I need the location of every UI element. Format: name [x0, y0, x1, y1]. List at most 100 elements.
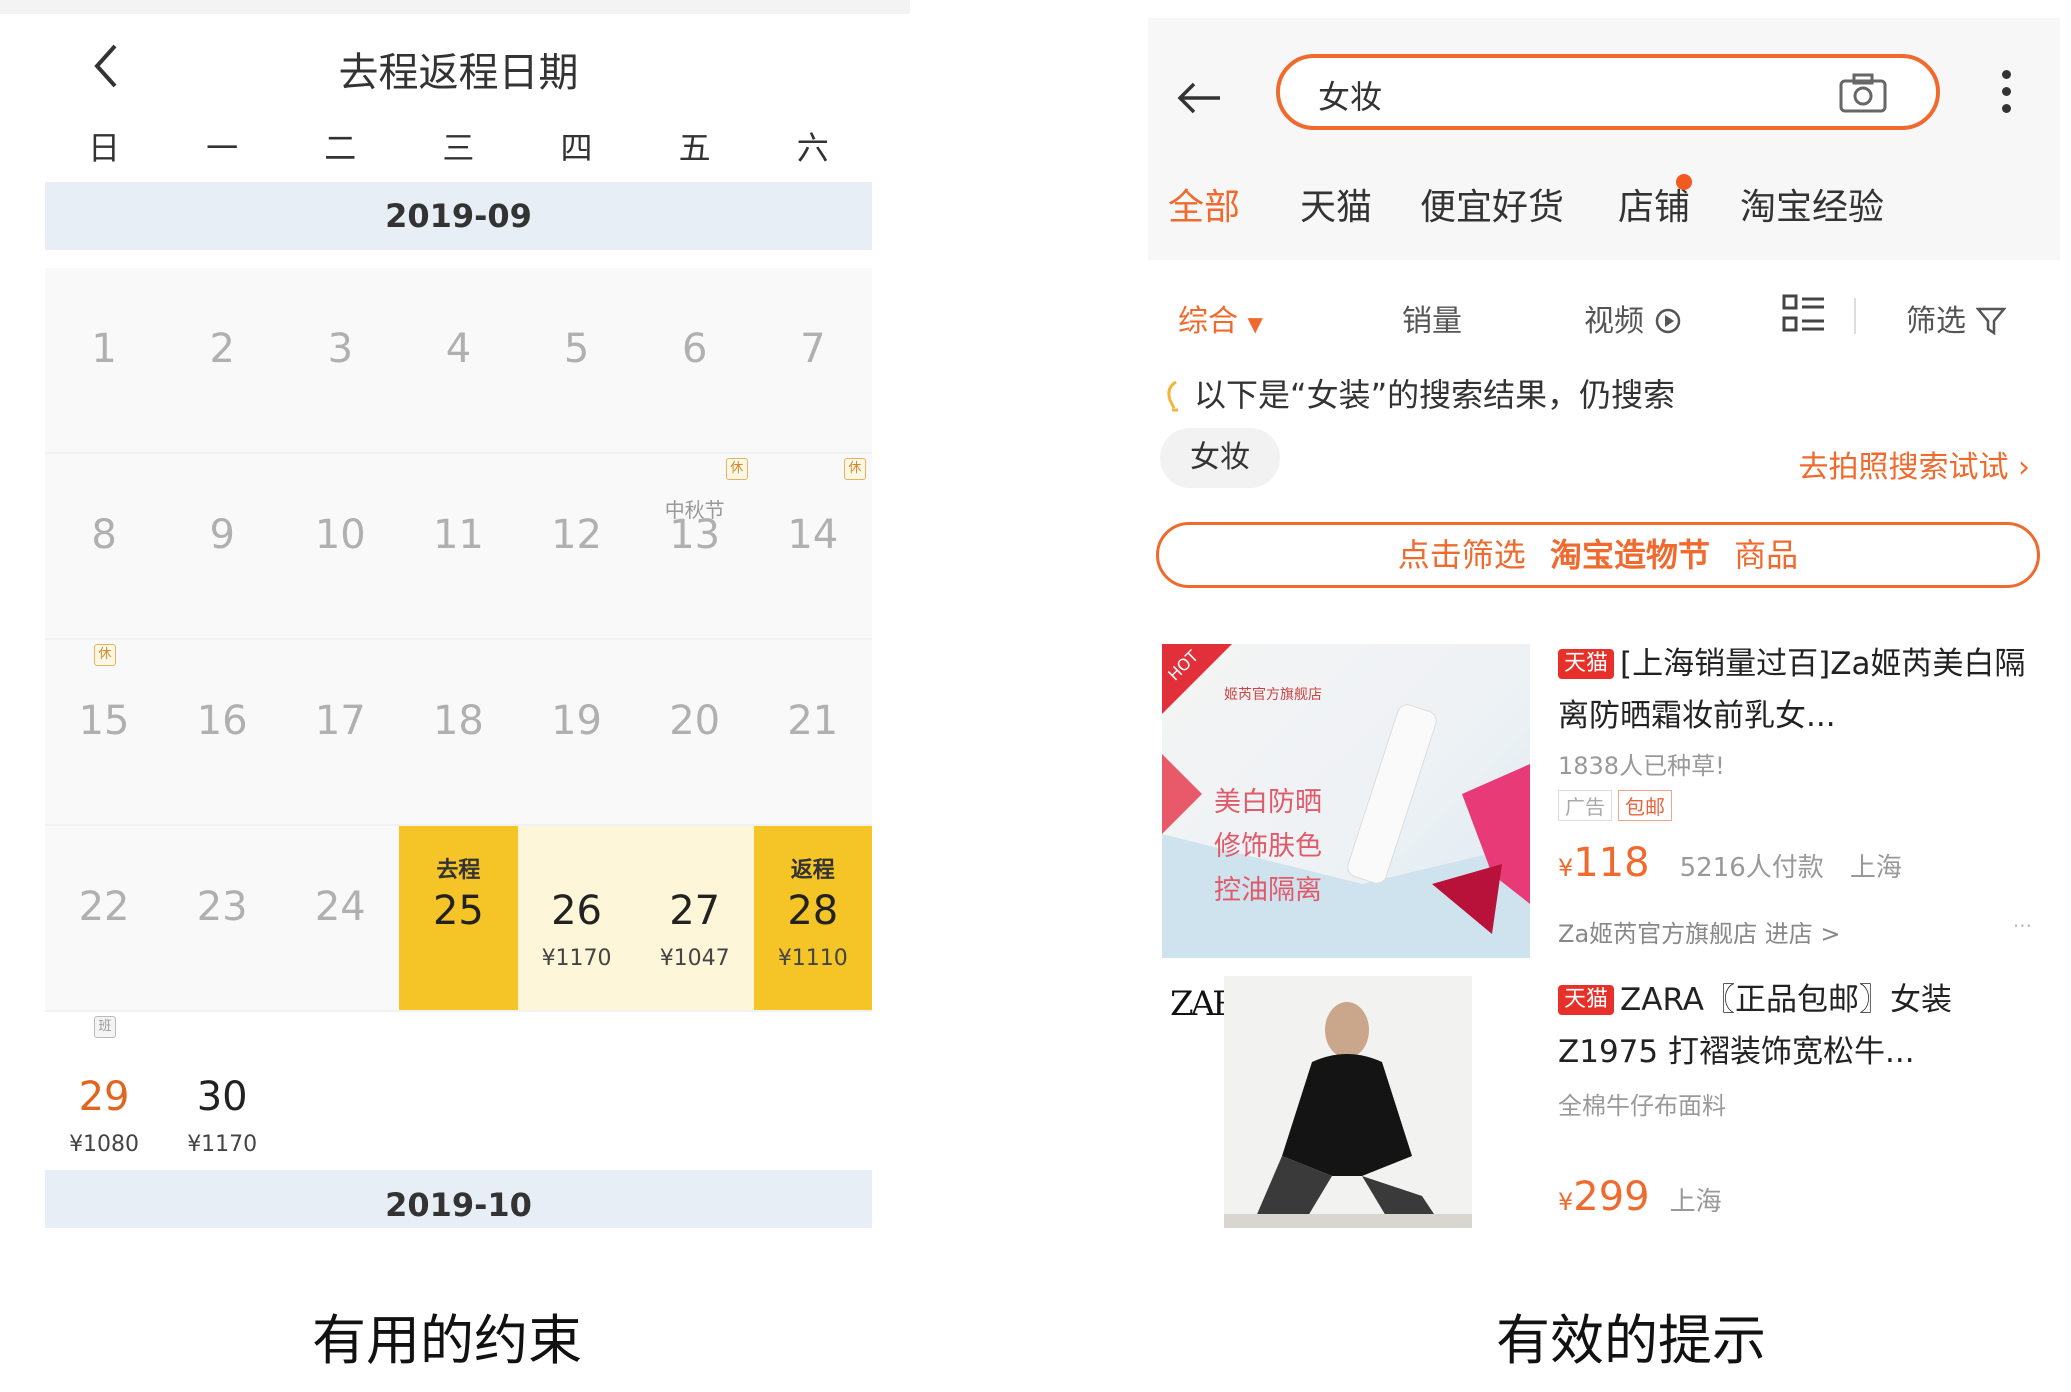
weekday-label: 二 [324, 129, 357, 167]
day-number: 15 [78, 698, 130, 744]
day-number: 22 [78, 884, 130, 930]
holiday-rest-badge: 休 [94, 644, 116, 666]
tab-cheap-goods[interactable]: 便宜好货 [1420, 178, 1564, 230]
sold-count: 5216人付款 [1679, 853, 1824, 883]
sort-overall[interactable]: 综合 ▼ [1178, 296, 1263, 340]
day-cell: 18 [399, 640, 517, 824]
day-number: 19 [551, 698, 603, 744]
more-vertical-icon[interactable] [2002, 70, 2014, 118]
day-cell: 休 15 [45, 640, 163, 824]
calendar-grid: 1 2 3 4 5 6 7 8 9 10 11 12 休 中秋节 13 休 14 [45, 268, 872, 1196]
day-number: 11 [432, 512, 484, 558]
product-card[interactable]: ZARA 天猫 ZARA〖正品包邮〗女装 Z1975 打褶装饰宽松牛... 全棉牛… [1148, 968, 2060, 1228]
divider [1854, 298, 1856, 334]
banner-suffix: 商品 [1734, 536, 1799, 574]
ship-location: 上海 [1849, 853, 1902, 883]
calendar-week: 22 23 24 去程 25 26 ¥1170 27 ¥1047 返程 28 ¥… [45, 826, 872, 1012]
tab-experience[interactable]: 淘宝经验 [1740, 178, 1884, 230]
tmall-badge: 天猫 [1558, 649, 1615, 679]
list-view-icon[interactable] [1782, 294, 1826, 334]
banner-prefix: 点击筛选 [1397, 536, 1526, 574]
day-number: 9 [209, 512, 235, 558]
sort-bar: 综合 ▼ 销量 视频 筛选 [1148, 260, 2060, 360]
day-cell: 23 [163, 826, 281, 1010]
day-cell: 2 [163, 268, 281, 452]
day-number: 23 [196, 884, 248, 930]
price-row: ¥299 上海 [1558, 1174, 1722, 1220]
search-input[interactable]: 女妆 [1318, 72, 1382, 118]
tab-tmall[interactable]: 天猫 [1300, 178, 1372, 230]
day-cell: 20 [636, 640, 754, 824]
day-cell-return[interactable]: 返程 28 ¥1110 [753, 826, 872, 1010]
departure-label: 去程 [436, 858, 481, 883]
original-query-chip[interactable]: 女妆 [1160, 428, 1280, 488]
month-header: 2019-09 [45, 182, 872, 250]
free-shipping-badge: 包邮 [1618, 790, 1672, 821]
product-card[interactable]: HOT 姬芮官方旗舰店 美白防晒 修饰肤色 控油隔离 天猫 [上海销量过百]Za姬… [1148, 628, 2060, 958]
holiday-rest-badge: 休 [725, 458, 748, 480]
filter-event-banner[interactable]: 点击筛选 淘宝造物节 商品 [1156, 522, 2040, 588]
day-number: 26 [551, 888, 603, 934]
product-title[interactable]: 天猫 [上海销量过百]Za姬芮美白隔离防晒霜妆前乳女... [1558, 638, 2028, 742]
currency-symbol: ¥ [1558, 854, 1574, 882]
day-number: 13 [669, 512, 721, 558]
day-number: 21 [787, 698, 839, 744]
calendar-week: 休 15 16 17 18 19 20 21 [45, 640, 872, 826]
calendar-panel: 去程返程日期 日 一 二 三 四 五 六 2019-09 1 2 3 4 5 6… [0, 0, 910, 1228]
ad-badge: 广告 [1558, 790, 1612, 821]
camera-icon[interactable] [1838, 72, 1888, 114]
product-image[interactable]: HOT 姬芮官方旗舰店 美白防晒 修饰肤色 控油隔离 [1162, 644, 1530, 958]
product-title[interactable]: 天猫 ZARA〖正品包邮〗女装 Z1975 打褶装饰宽松牛... [1558, 974, 2028, 1078]
search-box[interactable]: 女妆 [1276, 54, 1940, 130]
day-number: 12 [551, 512, 603, 558]
day-number: 8 [91, 512, 117, 558]
day-number: 28 [787, 888, 839, 934]
caption-left: 有用的约束 [312, 1309, 582, 1372]
day-cell-in-range[interactable]: 27 ¥1047 [635, 826, 754, 1010]
product-badges: 广告 包邮 [1558, 790, 1678, 821]
day-number: 27 [669, 888, 721, 934]
sort-sales[interactable]: 销量 [1402, 296, 1462, 340]
tab-all[interactable]: 全部 [1168, 178, 1240, 230]
day-cell-departure[interactable]: 去程 25 [399, 826, 518, 1010]
day-price: ¥1080 [69, 1132, 140, 1157]
day-number: 6 [681, 326, 708, 372]
day-number: 16 [196, 698, 248, 744]
weekday-label: 日 [88, 129, 121, 167]
day-number: 10 [314, 512, 366, 558]
lightbulb-icon [1167, 380, 1178, 412]
search-tabs: 全部 天猫 便宜好货 店铺 淘宝经验 [1168, 178, 2060, 228]
day-cell: 1 [45, 268, 163, 452]
image-caption: 美白防晒 [1214, 787, 1322, 818]
day-cell[interactable]: 30 ¥1170 [163, 1012, 281, 1196]
sort-video-label: 视频 [1584, 304, 1644, 339]
month-header: 2019-10 [45, 1170, 872, 1228]
day-number: 3 [327, 326, 354, 372]
day-number: 7 [800, 326, 826, 372]
price-row: ¥118 5216人付款 上海 [1558, 840, 1902, 886]
weekday-label: 三 [442, 129, 475, 167]
calendar-week: 班 29 ¥1080 30 ¥1170 [45, 1012, 872, 1196]
day-cell-in-range[interactable]: 26 ¥1170 [517, 826, 636, 1010]
filter-button[interactable]: 筛选 [1906, 296, 2007, 340]
sort-overall-label: 综合 [1178, 304, 1238, 339]
product-image[interactable]: ZARA [1162, 976, 1472, 1228]
sort-video[interactable]: 视频 [1584, 296, 1682, 340]
store-link[interactable]: Za姬芮官方旗舰店 进店 > [1558, 914, 1841, 949]
day-cell: 12 [518, 454, 636, 638]
day-cell[interactable]: 班 29 ¥1080 [45, 1012, 163, 1196]
day-number: 4 [445, 326, 472, 372]
day-cell: 3 [281, 268, 399, 452]
workday-badge: 班 [94, 1016, 116, 1038]
back-arrow-icon[interactable] [1176, 80, 1224, 116]
day-number: 25 [432, 888, 484, 934]
photo-search-link[interactable]: 去拍照搜索试试 › [1798, 442, 2030, 486]
model-photo [1224, 976, 1472, 1228]
filter-label: 筛选 [1906, 304, 1966, 339]
more-horizontal-icon[interactable]: ··· [2013, 914, 2032, 938]
funnel-icon [1974, 307, 2007, 336]
image-caption: 控油隔离 [1214, 875, 1322, 906]
day-cell: 21 [754, 640, 872, 824]
day-cell: 22 [45, 826, 163, 1010]
day-number: 29 [78, 1074, 130, 1120]
